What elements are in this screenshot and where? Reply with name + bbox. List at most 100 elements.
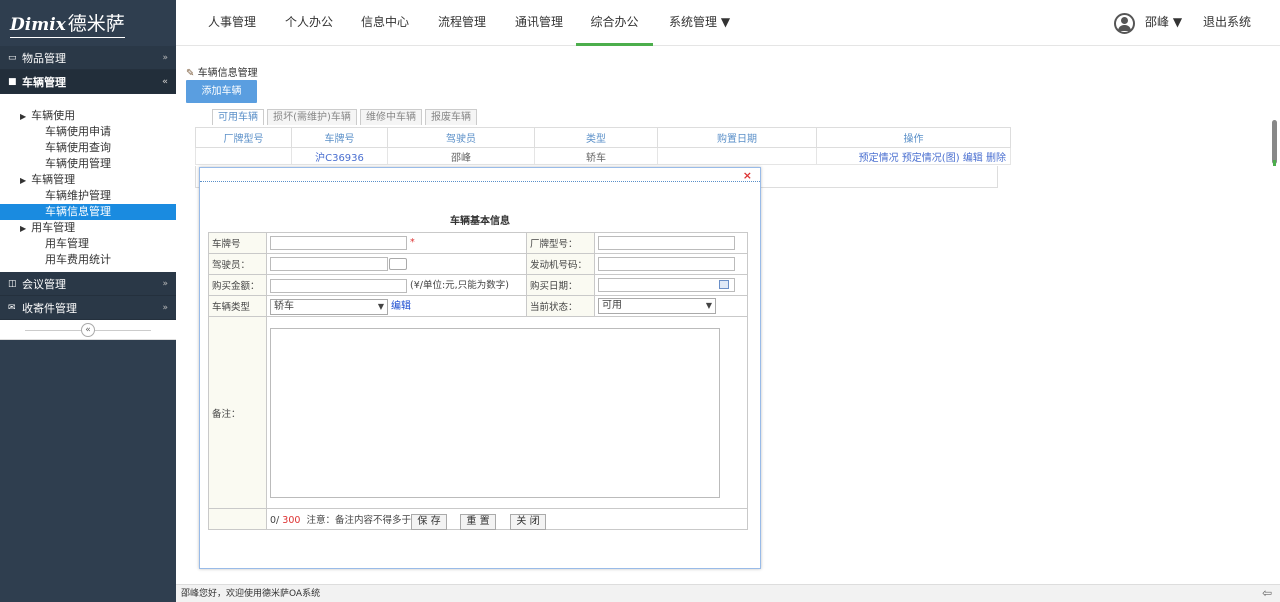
menu-vehicle-label: 车辆管理 bbox=[22, 75, 66, 89]
menu-vehicle[interactable]: ■ 车辆管理 « bbox=[0, 70, 176, 94]
menu-mail[interactable]: ✉ 收寄件管理 » bbox=[0, 296, 176, 320]
note-counter: 0/ bbox=[270, 515, 280, 526]
col-type[interactable]: 类型 bbox=[534, 127, 658, 148]
col-date[interactable]: 购置日期 bbox=[657, 127, 817, 148]
plate-cell: * bbox=[266, 232, 527, 254]
note-max: 300 bbox=[282, 515, 301, 526]
sub-item-car-cost[interactable]: 用车费用统计 bbox=[0, 252, 176, 268]
top-nav: 人事管理 个人办公 信息中心 流程管理 通讯管理 综合办公 系统管理 ▼ 邵峰 … bbox=[176, 0, 1280, 46]
delete-link[interactable]: 删除 bbox=[986, 153, 1006, 164]
edit-type-link[interactable]: 编辑 bbox=[391, 301, 411, 312]
buy-date-input[interactable] bbox=[598, 278, 735, 292]
col-driver[interactable]: 驾驶员 bbox=[387, 127, 535, 148]
sub-item-car-mgmt[interactable]: 用车管理 bbox=[0, 236, 176, 252]
nav-comm[interactable]: 通讯管理 bbox=[515, 0, 563, 46]
logo: Dimix 德米萨 bbox=[0, 0, 176, 46]
table-row[interactable]: 沪C36936 邵峰 轿车 预定情况 预定情况(图) 编辑 删除 bbox=[195, 147, 1011, 165]
driver-cell bbox=[266, 253, 527, 275]
vehicle-table: 厂牌型号 车牌号 驾驶员 类型 购置日期 操作 沪C36936 邵峰 轿车 预定… bbox=[195, 127, 1011, 165]
sub-item-query[interactable]: 车辆使用查询 bbox=[0, 140, 176, 156]
col-model[interactable]: 厂牌型号 bbox=[195, 127, 292, 148]
counter-label-cell bbox=[208, 508, 267, 530]
close-button[interactable]: 关 闭 bbox=[510, 514, 546, 530]
menu-meeting[interactable]: ◫ 会议管理 » bbox=[0, 272, 176, 296]
tab-repairing[interactable]: 维修中车辆 bbox=[360, 109, 422, 125]
amount-input[interactable] bbox=[270, 279, 407, 293]
status-select[interactable]: 可用 ▼ bbox=[598, 298, 716, 314]
menu-meeting-label: 会议管理 bbox=[22, 277, 66, 291]
tab-damaged[interactable]: 损坏(需维护)车辆 bbox=[267, 109, 357, 125]
driver-input[interactable] bbox=[270, 257, 388, 271]
cell-date bbox=[657, 147, 817, 165]
note-cell bbox=[266, 316, 748, 509]
type-select[interactable]: 轿车 ▼ bbox=[270, 299, 388, 315]
tab-available[interactable]: 可用车辆 bbox=[212, 109, 264, 125]
type-cell: 轿车 ▼ 编辑 bbox=[266, 295, 527, 317]
cell-model bbox=[195, 147, 292, 165]
logo-cn: 德米萨 bbox=[67, 12, 125, 35]
status-cell: 可用 ▼ bbox=[594, 295, 748, 317]
plate-input[interactable] bbox=[270, 236, 407, 250]
col-plate[interactable]: 车牌号 bbox=[291, 127, 388, 148]
required-mark: * bbox=[410, 237, 415, 248]
model-label: 厂牌型号： bbox=[526, 232, 595, 254]
save-button[interactable]: 保 存 bbox=[411, 514, 447, 530]
collapse-icon[interactable]: « bbox=[81, 322, 95, 337]
brush-icon: ✎ bbox=[186, 68, 195, 79]
sub-group-vehicle-use[interactable]: ▶ 车辆使用 bbox=[0, 108, 176, 124]
nav-office[interactable]: 综合办公 bbox=[576, 0, 653, 46]
reservation-link[interactable]: 预定情况 bbox=[859, 153, 899, 164]
user-name[interactable]: 邵峰 ▼ bbox=[1145, 0, 1182, 46]
counter-cell: 0/ 300 注意：备注内容不得多于300字 bbox=[266, 508, 748, 530]
monitor-icon: ▭ bbox=[8, 52, 17, 63]
user-avatar-icon[interactable] bbox=[1114, 13, 1135, 34]
add-vehicle-button[interactable]: 添加车辆 bbox=[186, 80, 257, 103]
dropdown-icon: ▼ bbox=[377, 302, 384, 311]
sub-group-vehicle-mgmt[interactable]: ▶ 车辆管理 bbox=[0, 172, 176, 188]
sub-item-apply[interactable]: 车辆使用申请 bbox=[0, 124, 176, 140]
nav-workflow[interactable]: 流程管理 bbox=[438, 0, 486, 46]
calendar-icon[interactable] bbox=[719, 280, 729, 289]
note-textarea[interactable] bbox=[270, 327, 720, 498]
tab-scrapped[interactable]: 报废车辆 bbox=[425, 109, 477, 125]
logout-link[interactable]: 退出系统 bbox=[1203, 0, 1251, 46]
cell-plate[interactable]: 沪C36936 bbox=[291, 147, 388, 165]
envelope-icon: ✉ bbox=[8, 302, 16, 313]
nav-personal[interactable]: 个人办公 bbox=[285, 0, 333, 46]
picker-button[interactable] bbox=[389, 257, 407, 270]
edit-link[interactable]: 编辑 bbox=[963, 153, 983, 164]
nav-info[interactable]: 信息中心 bbox=[361, 0, 409, 46]
engine-input[interactable] bbox=[598, 257, 735, 271]
breadcrumb: ✎ 车辆信息管理 bbox=[186, 64, 258, 79]
chevron-up-icon: « bbox=[162, 76, 168, 87]
sub-group-car-use[interactable]: ▶ 用车管理 bbox=[0, 220, 176, 236]
sub-group-label: 车辆使用 bbox=[31, 109, 76, 122]
table-header: 厂牌型号 车牌号 驾驶员 类型 购置日期 操作 bbox=[195, 127, 1011, 148]
menu-goods-label: 物品管理 bbox=[22, 51, 66, 65]
nav-system[interactable]: 系统管理 ▼ bbox=[669, 0, 730, 46]
sub-item-manage[interactable]: 车辆使用管理 bbox=[0, 156, 176, 172]
status-footer: 邵峰您好，欢迎使用德米萨OA系统 bbox=[176, 584, 1280, 602]
nav-hr[interactable]: 人事管理 bbox=[208, 0, 256, 46]
chevron-down-icon: » bbox=[162, 52, 168, 63]
triangle-right-icon: ▶ bbox=[20, 176, 27, 185]
arrow-left-icon[interactable]: ⇦ bbox=[1262, 586, 1272, 600]
model-input[interactable] bbox=[598, 236, 735, 250]
status-label: 当前状态： bbox=[526, 295, 595, 317]
cell-driver: 邵峰 bbox=[387, 147, 535, 165]
triangle-right-icon: ▶ bbox=[20, 112, 27, 121]
sub-item-vehicle-info[interactable]: 车辆信息管理 bbox=[0, 204, 176, 220]
sub-item-maintenance[interactable]: 车辆维护管理 bbox=[0, 188, 176, 204]
reservation-chart-link[interactable]: 预定情况(图) bbox=[902, 153, 960, 164]
close-icon[interactable]: × bbox=[743, 169, 752, 182]
reset-button[interactable]: 重 置 bbox=[460, 514, 496, 530]
dialog-title: 车辆基本信息 bbox=[450, 216, 510, 227]
columns-icon: ◫ bbox=[8, 278, 17, 289]
breadcrumb-label: 车辆信息管理 bbox=[197, 68, 258, 79]
dialog-titlebar: × bbox=[200, 168, 760, 182]
chevron-down-icon: » bbox=[162, 302, 168, 313]
note-label: 备注： bbox=[208, 316, 267, 509]
scrollbar[interactable] bbox=[1272, 120, 1277, 164]
sidebar: Dimix 德米萨 ▭ 物品管理 » ■ 车辆管理 « ▶ 车辆使用 车辆使用申请 车辆使用… bbox=[0, 0, 176, 602]
menu-goods[interactable]: ▭ 物品管理 » bbox=[0, 46, 176, 70]
